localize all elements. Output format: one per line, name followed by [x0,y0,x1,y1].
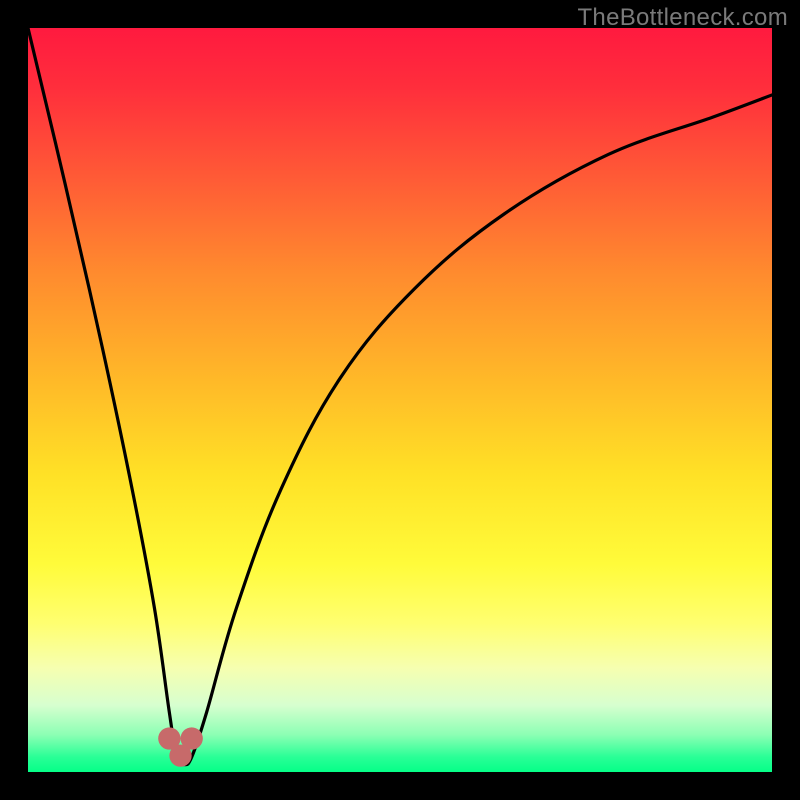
chart-svg [28,28,772,772]
chart-frame: TheBottleneck.com [0,0,800,800]
chart-plot-area [28,28,772,772]
watermark-text: TheBottleneck.com [577,4,788,32]
bottleneck-curve [28,28,772,765]
optimum-marker [169,744,191,766]
